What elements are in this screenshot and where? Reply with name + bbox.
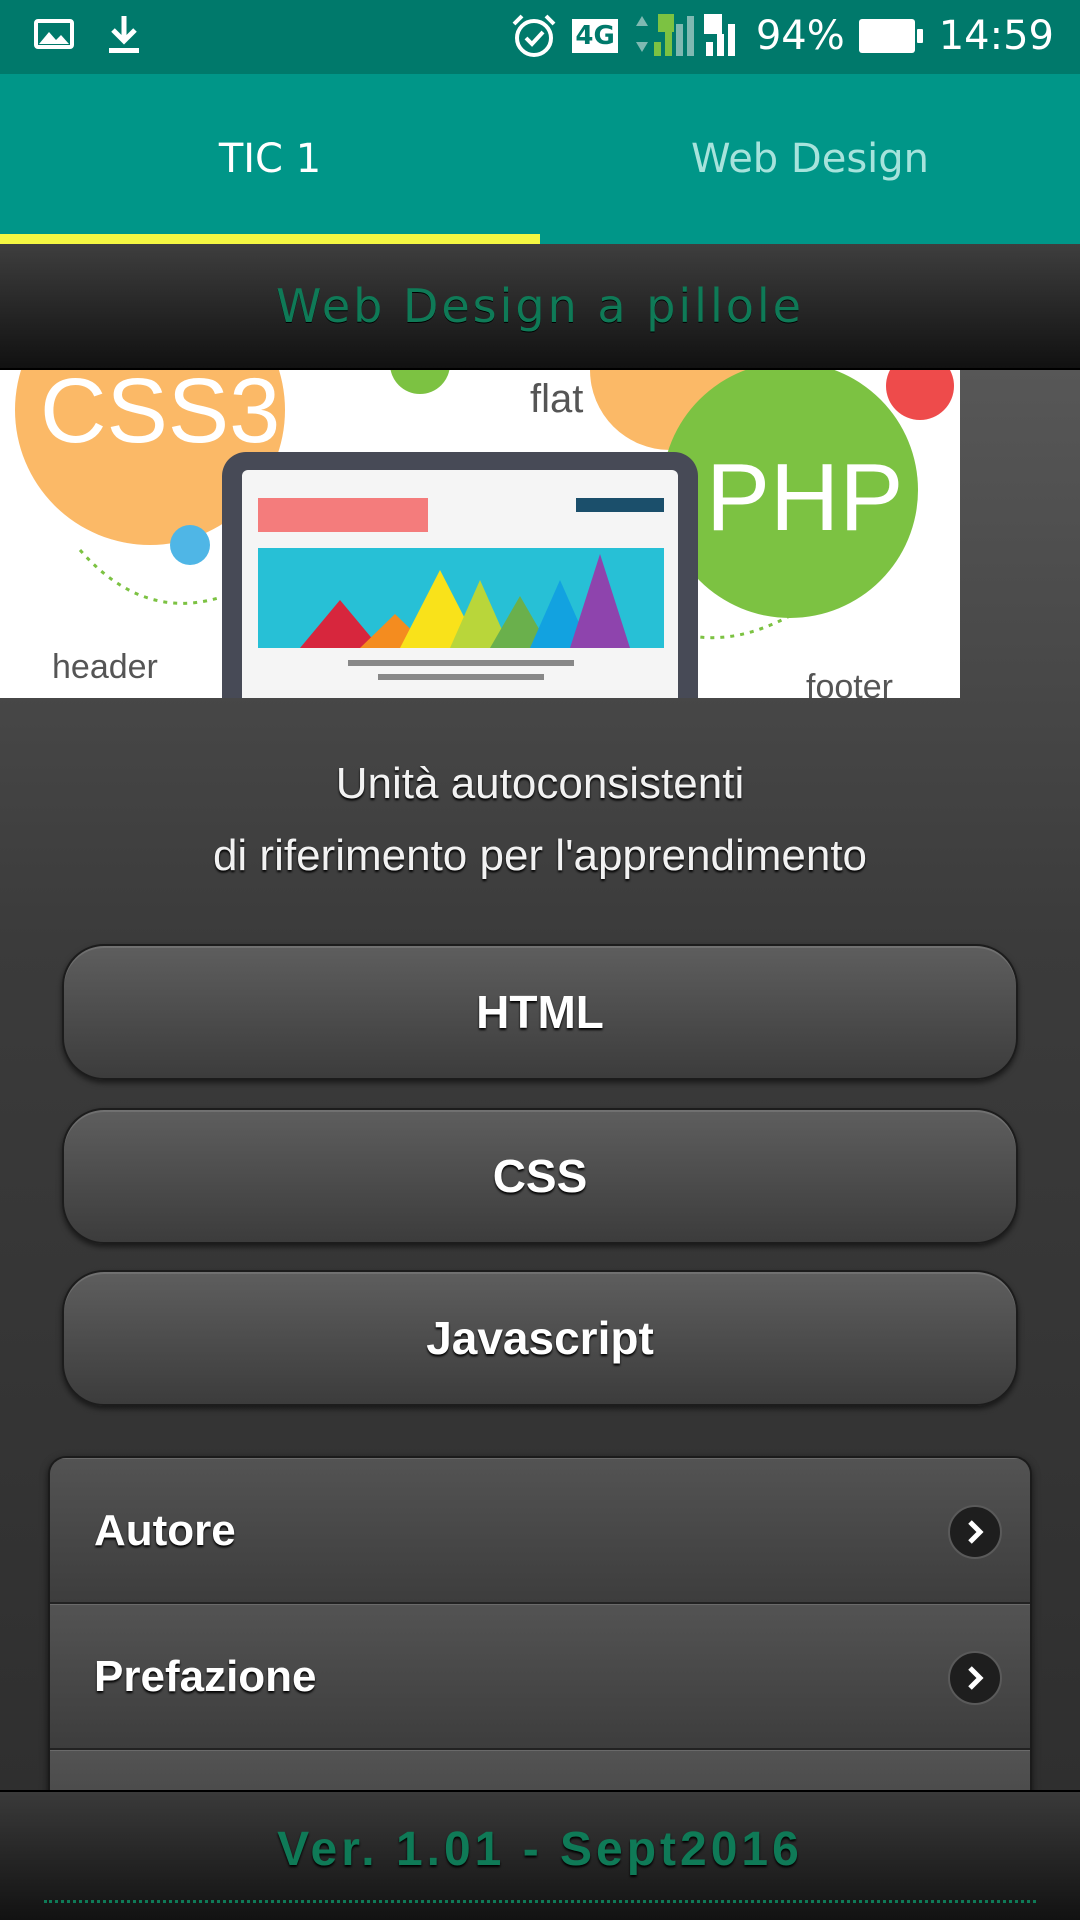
battery-icon — [858, 19, 923, 53]
network-type-badge: 4G — [572, 19, 618, 53]
alarm-icon — [510, 12, 558, 60]
banner-css-label: CSS3 — [40, 370, 280, 462]
html-button[interactable]: HTML — [62, 944, 1018, 1080]
image-icon — [34, 18, 74, 50]
banner-php-label: PHP — [706, 444, 903, 551]
signal-icon — [632, 12, 742, 60]
chevron-right-icon — [948, 1505, 1002, 1559]
main-content[interactable]: CSS3 PHP flat header footer Unità autoco… — [0, 370, 1080, 1790]
clock: 14:59 — [938, 13, 1054, 59]
intro-line-1: Unità autoconsistenti — [335, 759, 745, 808]
version-label: Ver. 1.01 - Sept2016 — [277, 1823, 803, 1876]
banner-image: CSS3 PHP flat header footer — [0, 370, 960, 698]
tab-web-design[interactable]: Web Design — [540, 74, 1080, 244]
page-header: Web Design a pillole — [0, 244, 1080, 370]
intro-text: Unità autoconsistenti di riferimento per… — [0, 748, 1080, 892]
css-button[interactable]: CSS — [62, 1108, 1018, 1244]
footer-divider — [44, 1900, 1036, 1903]
battery-percent: 94% — [755, 13, 845, 59]
download-icon — [106, 14, 142, 54]
banner-header-label: header — [52, 648, 158, 686]
chevron-right-icon — [948, 1651, 1002, 1705]
list-item-label: Autore — [94, 1505, 236, 1555]
tab-indicator — [0, 234, 540, 244]
footer: Ver. 1.01 - Sept2016 — [0, 1790, 1080, 1920]
javascript-button[interactable]: Javascript — [62, 1270, 1018, 1406]
list-item-partial[interactable] — [50, 1750, 1030, 1790]
banner-footer-label: footer — [806, 668, 893, 698]
tab-tic1[interactable]: TIC 1 — [0, 74, 540, 244]
intro-line-2: di riferimento per l'apprendimento — [212, 831, 868, 880]
page-title: Web Design a pillole — [276, 279, 804, 333]
list-item-prefazione[interactable]: Prefazione — [50, 1604, 1030, 1750]
info-list: Autore Prefazione — [48, 1456, 1032, 1790]
status-bar: 4G 94% 14:59 — [0, 0, 1080, 74]
list-item-autore[interactable]: Autore — [50, 1458, 1030, 1604]
banner-flat-label: flat — [530, 377, 583, 421]
tab-bar: TIC 1 Web Design — [0, 74, 1080, 244]
list-item-label: Prefazione — [94, 1651, 317, 1701]
